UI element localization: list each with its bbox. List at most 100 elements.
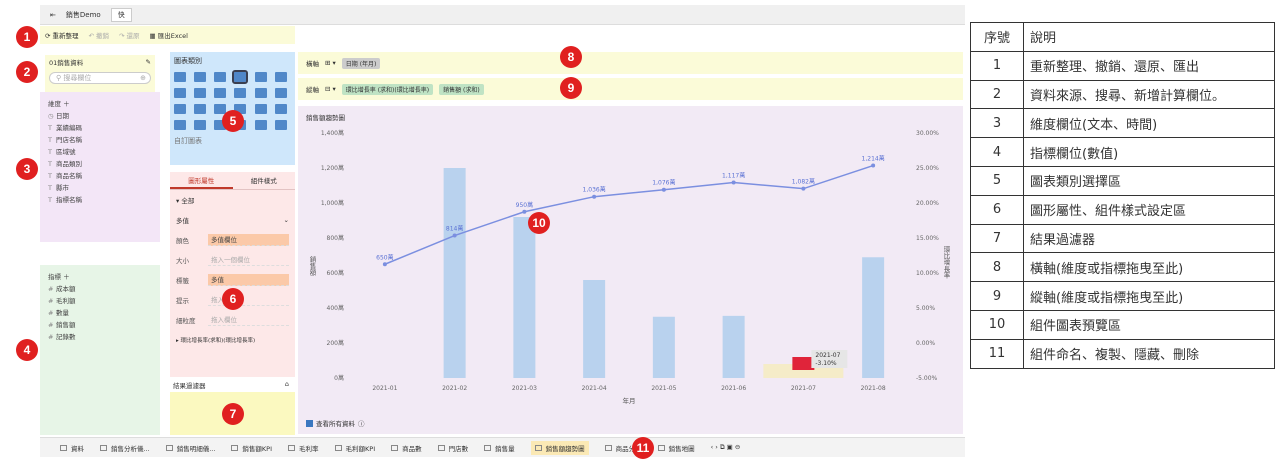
component-tab[interactable]: 資料 [60, 443, 84, 453]
dimension-item[interactable]: T 區域號 [48, 146, 152, 158]
dashboard-tab-extra[interactable]: 快 [110, 7, 132, 22]
bar[interactable] [652, 316, 675, 378]
tab-nav-controls[interactable]: ‹ › ⧉ ▣ ⊖ [711, 443, 741, 452]
line-point[interactable] [731, 180, 736, 185]
tab-graph-properties[interactable]: 圖形屬性 [170, 172, 233, 189]
property-row[interactable]: 大小 拖入一個欄位 [170, 250, 295, 270]
dimension-item[interactable]: T 門店名稱 [48, 134, 152, 146]
refresh-button[interactable]: ⟳ 重新整理 [45, 30, 79, 40]
y-axis-chip-1[interactable]: 環比增長率 (求和)(環比增長率) [341, 83, 434, 95]
x-axis-chip[interactable]: 日期 (年月) [341, 57, 381, 69]
chart-type-icon[interactable] [214, 88, 227, 98]
chart-type-icon[interactable] [274, 104, 287, 114]
chart-type-icon[interactable] [254, 72, 267, 82]
show-all-data-checkbox[interactable]: 查看所有資料 ⓘ [306, 418, 365, 428]
annotation-badge: 8 [560, 46, 582, 68]
chart-type-icon[interactable] [254, 88, 267, 98]
bar[interactable] [583, 280, 606, 378]
measure-item[interactable]: # 記錄數 [48, 331, 152, 343]
chart-type-icon[interactable] [194, 88, 207, 98]
custom-chart-link[interactable]: 自訂圖表 [174, 136, 291, 146]
component-tab[interactable]: 銷售明細儀... [165, 443, 215, 453]
datasource-name[interactable]: 01銷售資料 [49, 57, 83, 67]
dimension-item[interactable]: T 商品名稱 [48, 170, 152, 182]
component-tab[interactable]: 銷售額KPI [231, 443, 272, 453]
back-icon[interactable]: ⇤ [50, 11, 56, 19]
property-drop-slot[interactable]: 拖入一個欄位 [208, 254, 289, 266]
chart-type-icon[interactable] [274, 72, 287, 82]
chart-type-icon[interactable] [274, 88, 287, 98]
component-tab-label: 毛利額KPI [345, 444, 376, 453]
property-drop-slot[interactable]: 拖入欄位 [208, 294, 289, 306]
chart-type-icon[interactable] [174, 104, 186, 114]
property-drop-slot[interactable]: 多值欄位 [208, 234, 289, 246]
component-tab[interactable]: 銷售分析儀... [100, 443, 150, 453]
lock-icon[interactable]: ⌂ [285, 380, 289, 392]
undo-button[interactable]: ↶ 撤銷 [89, 30, 110, 40]
y-tick-label: 400萬 [327, 304, 344, 312]
chart-type-icon[interactable] [174, 120, 186, 130]
chart-type-icon[interactable] [174, 72, 186, 82]
line-point[interactable] [382, 262, 387, 267]
dimension-item[interactable]: ◷ 日期 [48, 110, 152, 122]
tab-component-style[interactable]: 組件樣式 [233, 172, 296, 189]
property-row[interactable]: 顏色 多值欄位 [170, 230, 295, 250]
chart-type-icon[interactable] [194, 72, 207, 82]
x-axis-shelf[interactable]: 橫軸 ⊞ ▾ 日期 (年月) [298, 52, 963, 74]
chart-type-icon[interactable] [274, 120, 287, 130]
add-field-icon[interactable]: ⊕ [140, 74, 146, 82]
property-drop-slot[interactable]: 多值 [208, 274, 289, 286]
measure-title[interactable]: 指標 ＋ [48, 271, 152, 283]
dashboard-tab[interactable]: 銷售Demo [66, 10, 101, 20]
component-tab[interactable]: 商品數 [391, 443, 422, 453]
line-point[interactable] [452, 233, 457, 238]
component-tab[interactable]: 銷售量 [484, 443, 515, 453]
component-tab[interactable]: 毛利率 [288, 443, 319, 453]
chart-type-icon[interactable] [254, 104, 267, 114]
dimension-item[interactable]: T 業績編碼 [48, 122, 152, 134]
property-row[interactable]: 細粒度 拖入欄位 [170, 310, 295, 330]
bar[interactable] [443, 168, 466, 378]
bar[interactable] [862, 257, 885, 378]
export-excel-button[interactable]: ▦ 匯出Excel [150, 30, 188, 40]
chart-type-icon[interactable] [214, 72, 227, 82]
chart-type-icon[interactable] [234, 88, 247, 98]
dimension-title[interactable]: 維度 ＋ [48, 98, 152, 110]
chart-type-icon[interactable] [174, 88, 186, 98]
line-point[interactable] [871, 163, 876, 168]
line-point[interactable] [661, 187, 666, 192]
dimension-item-label: 指標名稱 [56, 196, 82, 204]
component-tab[interactable]: 銷售地圖 [657, 443, 695, 453]
chart-type-icon[interactable] [194, 120, 207, 130]
measure-item[interactable]: # 數量 [48, 307, 152, 319]
line-point[interactable] [592, 194, 597, 199]
component-tab[interactable]: 銷售額趨勢圖 [530, 440, 589, 455]
line-point[interactable] [522, 209, 527, 214]
chart-type-icon[interactable] [194, 104, 207, 114]
bar[interactable] [513, 217, 536, 378]
measure-item[interactable]: # 毛利額 [48, 295, 152, 307]
props-dropdown[interactable]: 多值 ⌄ [170, 210, 295, 230]
component-tab[interactable]: 門店數 [437, 443, 468, 453]
line-point[interactable] [801, 186, 806, 191]
field-search-input[interactable]: ⚲ 搜尋欄位 ⊕ [49, 72, 151, 84]
props-all[interactable]: ▾ 全部 [170, 190, 295, 210]
chart-type-icon[interactable] [232, 70, 249, 84]
dimension-item[interactable]: T 指標名稱 [48, 194, 152, 206]
component-tab[interactable]: 毛利額KPI [334, 443, 376, 453]
property-drop-slot[interactable]: 拖入欄位 [208, 314, 289, 326]
measure-type-icon: # [48, 297, 54, 305]
dimension-item[interactable]: T 商品類別 [48, 158, 152, 170]
props-footer[interactable]: ▸ 環比增長率(求和)(環比增長率) [170, 330, 295, 350]
y-axis-chip-2[interactable]: 銷售額 (求和) [439, 83, 484, 95]
redo-button[interactable]: ↷ 還原 [119, 30, 140, 40]
y-axis-shelf[interactable]: 縱軸 ⊟ ▾ 環比增長率 (求和)(環比增長率) 銷售額 (求和) [298, 78, 963, 100]
measure-item[interactable]: # 銷售額 [48, 319, 152, 331]
edit-icon[interactable]: ✎ [146, 58, 151, 66]
property-row[interactable]: 標籤 多值 [170, 270, 295, 290]
measure-item[interactable]: # 成本額 [48, 283, 152, 295]
bar-highlighted[interactable] [792, 357, 815, 370]
chart-type-icon[interactable] [254, 120, 267, 130]
bar[interactable] [722, 315, 745, 378]
dimension-item[interactable]: T 縣市 [48, 182, 152, 194]
